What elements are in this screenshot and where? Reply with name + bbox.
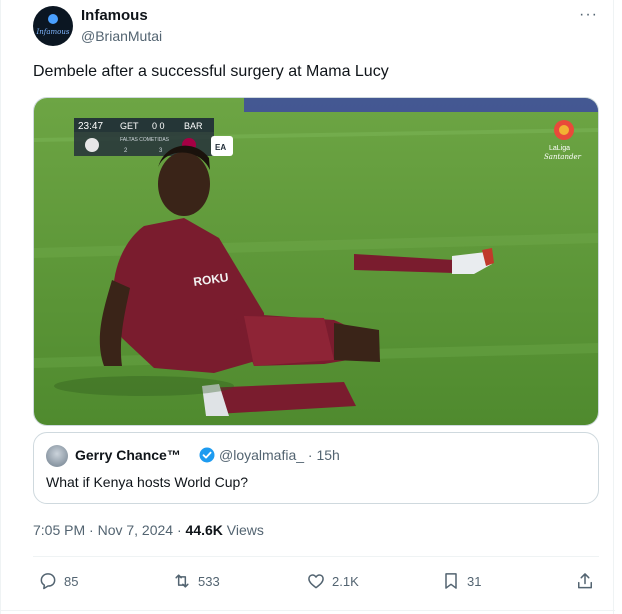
tweet-card: Infamous Infamous @BrianMutai ··· Dembel…: [0, 0, 615, 614]
share-icon: [578, 573, 592, 589]
repost-count: 533: [198, 573, 220, 589]
reply-count: 85: [64, 573, 79, 589]
more-options-icon[interactable]: ···: [579, 6, 601, 24]
quoted-tweet[interactable]: Gerry Chance™ @loyalmafia_ · 15h What if…: [33, 432, 599, 504]
bookmark-button[interactable]: 31: [441, 570, 481, 592]
views-count: 44.6K: [185, 522, 223, 538]
scoreboard-time: 23:47: [78, 121, 103, 132]
avatar-logo-text: Infamous: [36, 28, 70, 36]
actions-divider: [33, 556, 599, 557]
stadium-strip: [244, 98, 598, 112]
scoreboard-home: GET: [120, 121, 139, 131]
scoreboard-score: 0 0: [152, 121, 165, 131]
heart-icon: [308, 574, 324, 589]
laliga-logo-line2: Santander: [544, 153, 582, 161]
bookmark-count: 31: [467, 573, 482, 589]
broadcaster-badge-text: EA: [215, 143, 226, 152]
tweet-timestamp[interactable]: 7:05 PM · Nov 7, 2024 ·: [33, 522, 186, 538]
tweet-text: Dembele after a successful surgery at Ma…: [33, 63, 389, 80]
views-label: Views: [222, 522, 264, 538]
repost-icon: [175, 574, 189, 588]
quote-text: What if Kenya hosts World Cup?: [46, 474, 249, 490]
author-handle[interactable]: @BrianMutai: [81, 28, 162, 44]
like-count: 2.1K: [332, 573, 359, 589]
home-crest-icon: [85, 138, 99, 152]
quote-avatar: [46, 445, 68, 467]
laliga-logo-line1: LaLiga: [549, 145, 570, 152]
bottom-divider: [1, 610, 615, 611]
tweet-meta: 7:05 PM · Nov 7, 2024 · 44.6K Views: [33, 522, 264, 538]
repost-button[interactable]: 533: [172, 570, 220, 592]
football-photo: 23:47 GET 0 0 BAR FALTAS COMETIDAS 2 3 E…: [34, 98, 598, 425]
scoreboard: 23:47 GET 0 0 BAR FALTAS COMETIDAS 2 3 E…: [74, 118, 233, 156]
quote-author-handle: @loyalmafia_ · 15h: [219, 447, 340, 463]
quote-author-name: Gerry Chance™: [75, 447, 181, 463]
avatar-logo-icon: [48, 14, 58, 24]
author-name[interactable]: Infamous: [81, 7, 148, 24]
reply-button[interactable]: 85: [38, 570, 78, 592]
bookmark-icon: [445, 573, 457, 589]
author-avatar[interactable]: Infamous: [33, 6, 73, 46]
scoreboard-away: BAR: [184, 121, 203, 131]
scoreboard-subtitle: FALTAS COMETIDAS: [120, 137, 170, 143]
tweet-media-image[interactable]: 23:47 GET 0 0 BAR FALTAS COMETIDAS 2 3 E…: [33, 97, 599, 426]
verified-badge-icon: [199, 447, 215, 463]
share-button[interactable]: [575, 570, 601, 592]
reply-icon: [40, 573, 56, 590]
like-button[interactable]: 2.1K: [306, 570, 359, 592]
